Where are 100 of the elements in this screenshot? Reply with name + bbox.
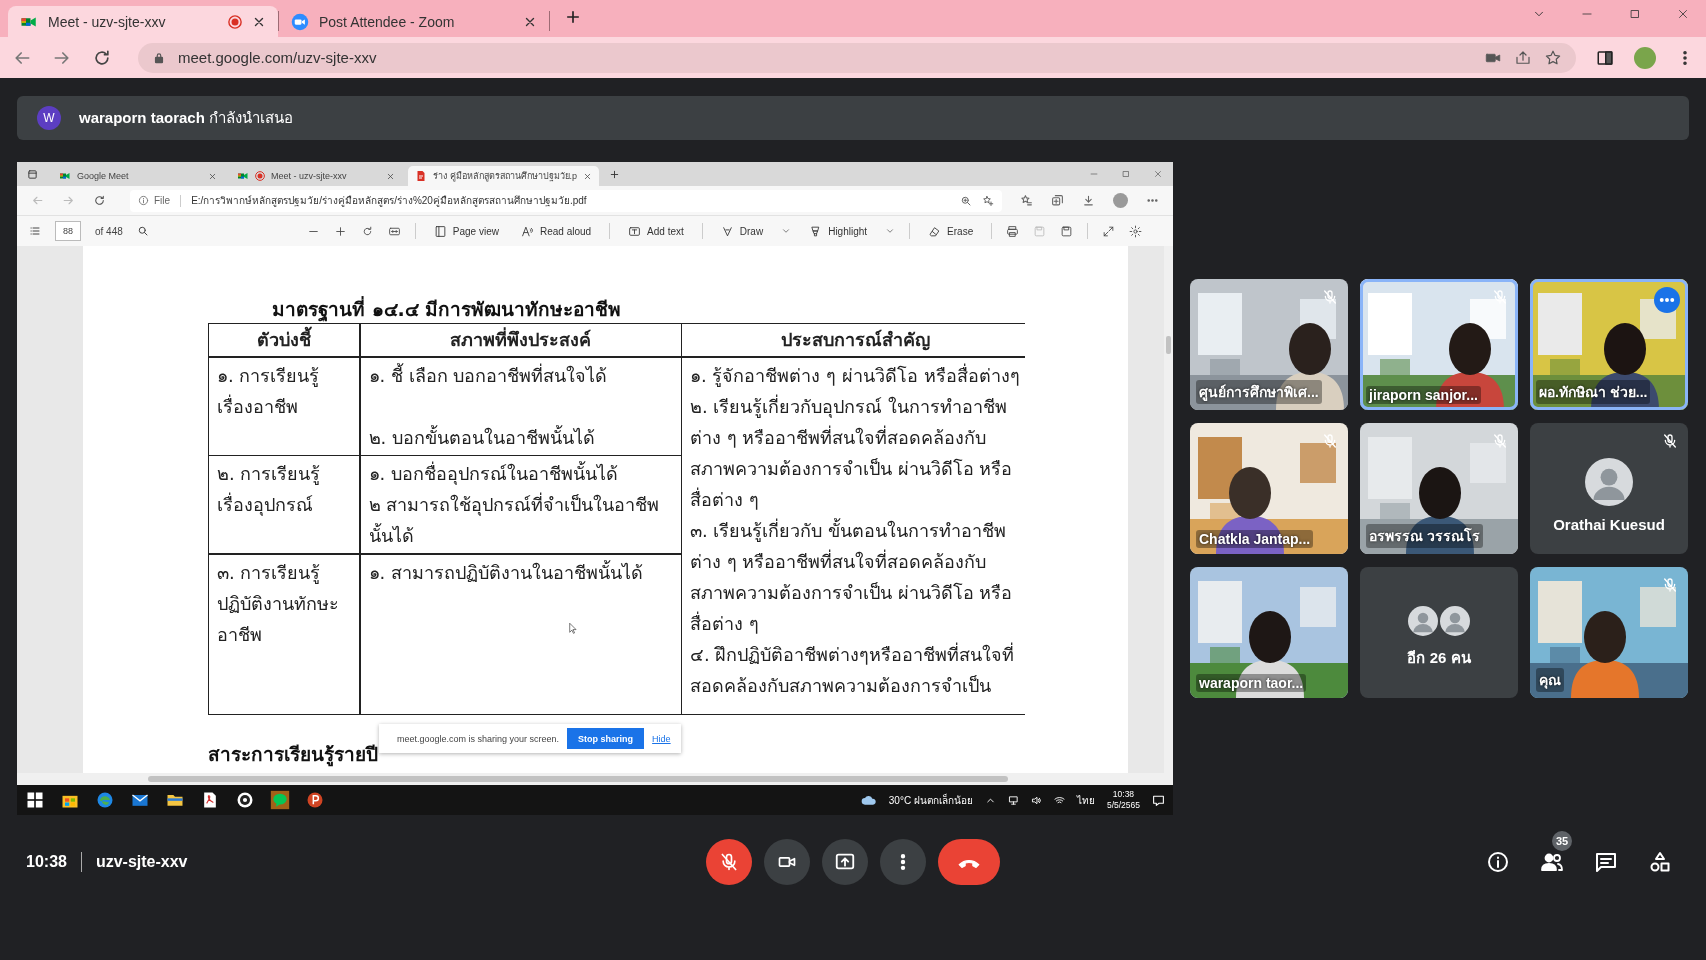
video-camera-icon xyxy=(291,12,309,31)
zoom-icon[interactable] xyxy=(960,194,972,207)
url-text[interactable]: E:/การวิพากษ์หลักสูตรปฐมวัย/ร่างคู่มือหลักสูตร/ร่าง%20คู่มือหลักสูตรสถานศึกษาปฐมวัย.pdf xyxy=(191,193,950,208)
tab-actions-icon[interactable] xyxy=(27,168,38,180)
browser-tab[interactable]: Meet - uzv-sjte-xxv xyxy=(8,6,278,37)
more-options-button[interactable] xyxy=(880,839,926,885)
meet-logo-icon xyxy=(59,170,71,182)
pen-icon[interactable] xyxy=(720,224,734,238)
settings-icon[interactable] xyxy=(1129,224,1143,238)
windows-logo-icon[interactable] xyxy=(25,790,45,810)
print-icon[interactable] xyxy=(1006,224,1020,238)
notification-icon[interactable] xyxy=(1152,793,1165,807)
present-button[interactable] xyxy=(822,839,868,885)
weather-text[interactable]: 30°C ฝนตกเล็กน้อย xyxy=(888,792,973,808)
notice-text: meet.google.com is sharing your screen. xyxy=(397,733,560,744)
participant-tile[interactable]: อรพรรณ วรรณโร xyxy=(1360,423,1518,554)
participant-name: อรพรรณ วรรณโร xyxy=(1366,524,1483,548)
cell-text: ๒ สามารถใช้อุปกรณ์ที่จำเป็นในอาชีพนั้นได้ xyxy=(368,491,661,548)
cell-text: ๑. รู้จักอาชีพต่าง ๆ ผ่านวิดีโอ หรือสื่อต่างๆ xyxy=(690,362,1021,389)
participant-name: ผอ.ทักษิณา ช่วย... xyxy=(1536,380,1651,404)
side-panel-icon[interactable] xyxy=(1596,48,1614,67)
table-cell: ๑. การเรียนรู้เรื่องอาชีพ xyxy=(209,357,359,455)
speaker-icon[interactable] xyxy=(1030,794,1042,806)
cell-text: ๑. ชี้ เลือก บอกอาชีพที่สนใจได้ xyxy=(368,362,609,388)
table-cell: ๒. การเรียนรู้เรื่องอุปกรณ์ xyxy=(209,456,359,553)
participant-name: waraporn taor... xyxy=(1196,674,1307,692)
table-cell: ๓. การเรียนรู้ปฏิบัติงานทักษะอาชีพ xyxy=(209,554,359,714)
participant-count-badge: 35 xyxy=(1552,831,1572,851)
profile-avatar[interactable] xyxy=(1113,193,1128,208)
camera-button[interactable] xyxy=(764,839,810,885)
zoom-in-icon[interactable] xyxy=(333,224,347,238)
wifi-icon[interactable] xyxy=(1053,794,1065,806)
toolbar-button[interactable]: Add text xyxy=(624,224,688,238)
column-header: ตัวบ่งชี้ xyxy=(209,324,359,356)
page-icon[interactable] xyxy=(433,224,447,238)
page-count: of 448 xyxy=(95,225,123,237)
chat-icon[interactable] xyxy=(1594,850,1618,874)
address-bar[interactable]: File E:/การวิพากษ์หลักสูตรปฐมวัย/ร่างคู่มือหลักสูตร/ร่าง%20คู่มือหลักสูตรสถานศึกษาปฐมวัย.pdf xyxy=(130,189,1002,212)
browser-swirl-icon[interactable] xyxy=(95,790,115,810)
meet-logo-icon xyxy=(237,170,249,182)
scrollbar[interactable] xyxy=(1164,246,1173,773)
hide-link[interactable]: Hide xyxy=(652,733,671,744)
more-participants-count[interactable]: อีก 26 คน xyxy=(1407,645,1471,670)
new-tab-icon[interactable] xyxy=(564,8,582,26)
cell-text: ๑. สามารถปฏิบัติงานในอาชีพนั้นได้ xyxy=(368,559,644,585)
text-box-icon[interactable] xyxy=(628,224,642,238)
presenter-status: waraporn taorach กำลังนำเสนอ xyxy=(79,108,294,128)
toolbar-button[interactable]: Page view xyxy=(429,224,503,238)
fullscreen-icon[interactable] xyxy=(1102,224,1116,238)
info-icon[interactable] xyxy=(1486,850,1510,874)
download-icon[interactable] xyxy=(1082,194,1095,207)
eraser-icon[interactable] xyxy=(928,224,942,238)
reload-icon[interactable] xyxy=(93,194,106,207)
chat-bubble-icon[interactable] xyxy=(270,790,290,810)
browser-tab[interactable]: Google Meet xyxy=(52,166,224,186)
scrollbar[interactable] xyxy=(17,773,1173,785)
muted-mic-icon xyxy=(719,852,739,872)
search-icon[interactable] xyxy=(136,225,149,237)
participant-tile[interactable]: Chatkla Jantap... xyxy=(1190,423,1348,554)
cloud-icon[interactable] xyxy=(860,794,877,806)
address-bar[interactable]: meet.google.com/uzv-sjte-xxv xyxy=(138,42,1576,73)
cell-text: ๓. เรียนรู้เกี่ยวกับ ขั้นตอนในการทำอาชีพต่าง ๆ หรืออาชีพที่สนใจที่สอดคล้องกับสภาพความต้องการจำเป็น ผ่านวิดีโอ หรือสื่อต่าง ๆ xyxy=(690,517,1014,636)
slides-icon[interactable] xyxy=(305,790,325,810)
stop-sharing-button[interactable]: Stop sharing xyxy=(567,728,645,749)
language-indicator[interactable]: ไทย xyxy=(1076,792,1095,808)
browser-tab[interactable]: ร่าง คู่มือหลักสูตรสถานศึกษาปฐมวัย.p xyxy=(408,166,599,186)
lock-icon[interactable] xyxy=(152,50,166,65)
new-tab-icon[interactable] xyxy=(609,168,620,180)
participant-tile[interactable]: คุณ xyxy=(1530,567,1688,698)
record-circle-icon[interactable] xyxy=(235,790,255,810)
leave-call-button[interactable] xyxy=(938,839,1000,885)
participant-tile[interactable]: waraporn taor... xyxy=(1190,567,1348,698)
toolbar-button[interactable]: Draw xyxy=(716,224,768,238)
favorites-icon[interactable] xyxy=(1020,194,1033,207)
add-favorite-icon[interactable] xyxy=(982,194,994,207)
activities-icon[interactable] xyxy=(1648,850,1672,874)
participant-tile[interactable]: ศูนย์การศึกษาพิเศ... xyxy=(1190,279,1348,410)
participant-tile[interactable]: ผอ.ทักษิณา ช่วย... xyxy=(1530,279,1688,410)
clock-time[interactable]: 10:38 xyxy=(1112,789,1135,800)
table-title: มาตรฐานที่ ๑๔.๔ มีการพัฒนาทักษะอาชีพ xyxy=(272,297,623,322)
participant-tile[interactable]: Orathai Kuesud xyxy=(1530,423,1688,554)
toolbar-button[interactable]: Erase xyxy=(924,224,978,238)
read-aloud-icon[interactable] xyxy=(520,224,534,238)
toolbar-button[interactable]: Highlight xyxy=(805,224,872,238)
save-as-icon[interactable] xyxy=(1060,224,1074,238)
restore-icon[interactable] xyxy=(1121,169,1131,179)
close-icon[interactable] xyxy=(583,171,592,181)
network-icon[interactable] xyxy=(1007,794,1019,806)
avatar-icon xyxy=(1408,605,1438,636)
browser-tab[interactable]: Post Attendee - Zoom xyxy=(279,6,549,37)
toolbar-button[interactable]: Read aloud xyxy=(516,224,596,238)
browser-tab[interactable]: Meet - uzv-sjte-xxv xyxy=(230,166,402,186)
collections-icon[interactable] xyxy=(1051,194,1064,207)
participant-tile[interactable]: jiraporn sanjor... xyxy=(1360,279,1518,410)
clock-date[interactable]: 5/5/2565 xyxy=(1106,800,1140,811)
page-number-field[interactable]: 88 xyxy=(55,221,81,241)
microphone-button[interactable] xyxy=(706,839,752,885)
participant-tile[interactable]: อีก 26 คน xyxy=(1360,567,1518,698)
star-icon[interactable] xyxy=(1544,48,1562,67)
site-info-button[interactable]: File xyxy=(138,195,171,206)
